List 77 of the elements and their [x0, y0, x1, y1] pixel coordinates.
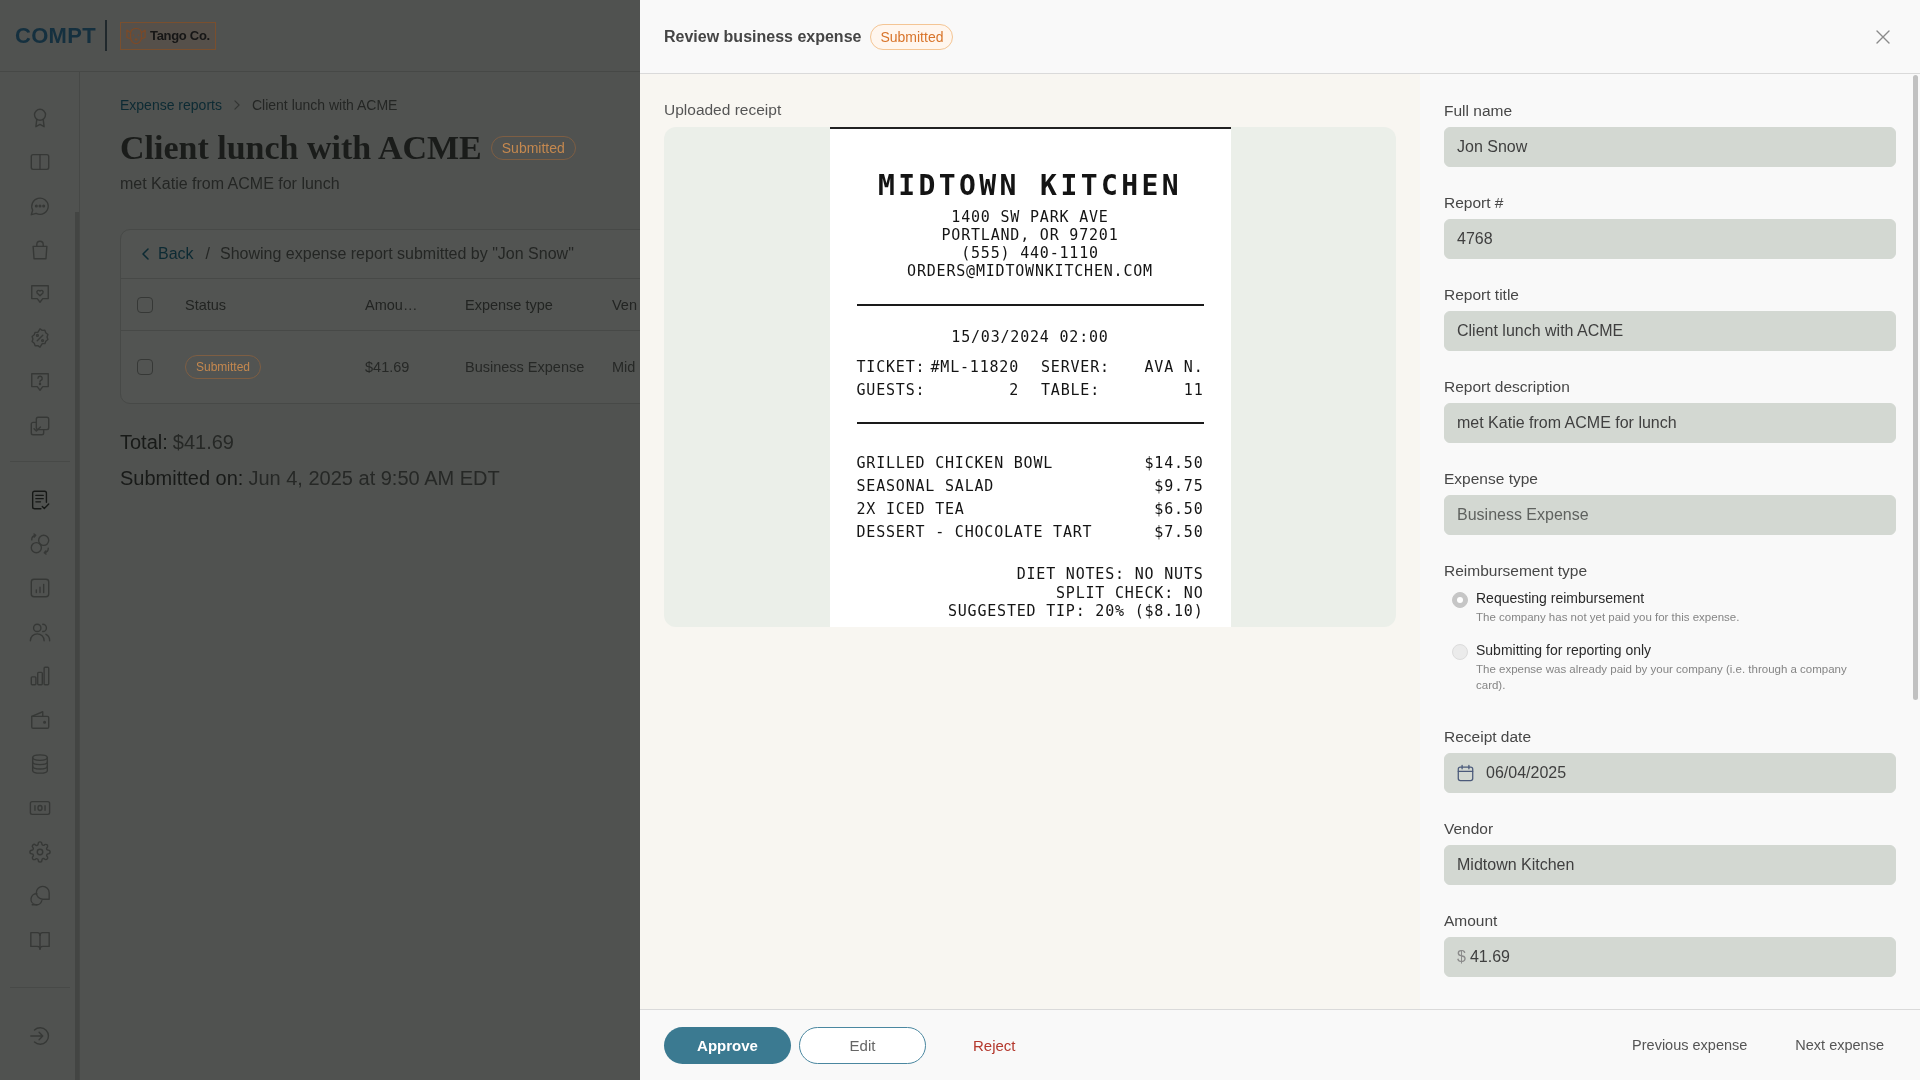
summary-label: Total: [120, 430, 168, 454]
status-badge: Submitted [870, 23, 954, 50]
copy-check-icon[interactable] [29, 415, 51, 437]
field-label: Report title [1444, 285, 1520, 305]
receipt-detail-label: GUESTS: [856, 381, 926, 399]
pagination-button[interactable]: Previous expense [1632, 1029, 1748, 1061]
help-icon[interactable] [29, 371, 51, 393]
receipt-detail-label: TABLE: [1041, 381, 1100, 399]
option-hint: The company has not yet paid you for this expense. [1476, 610, 1740, 625]
section-label: Uploaded receipt [664, 100, 783, 120]
percent-badge-icon[interactable] [29, 327, 51, 349]
document-check-icon[interactable] [29, 489, 51, 511]
receipt-detail-value: #ML-11820 [930, 358, 1019, 376]
edit-button[interactable]: Edit [799, 1026, 926, 1064]
database-icon[interactable] [29, 753, 51, 775]
field-label: Receipt date [1444, 727, 1533, 747]
receipt-item-price: $9.75 [1154, 477, 1204, 495]
field-label: Vendor [1444, 819, 1495, 839]
receipt-item-name: DESSERT - CHOCOLATE TART [856, 523, 1093, 541]
checkbox[interactable] [137, 296, 153, 313]
pagination-button[interactable]: Next expense [1795, 1029, 1884, 1061]
receipt-address-line: ORDERS@MIDTOWNKITCHEN.COM [906, 262, 1154, 280]
dog-icon [124, 25, 147, 46]
receipt-detail-label: SERVER: [1041, 358, 1110, 376]
field-label: Report description [1444, 377, 1571, 397]
receipt-item-price: $6.50 [1154, 500, 1204, 518]
receipt-address-line: (555) 440-1110 [960, 244, 1100, 262]
chart-icon[interactable] [29, 577, 51, 599]
settings-icon[interactable] [29, 841, 51, 863]
field-label: Amount [1444, 911, 1499, 931]
option-label: Submitting for reporting only [1476, 641, 1653, 659]
open-book-icon[interactable] [29, 929, 51, 951]
approve-button[interactable]: Approve [664, 1026, 791, 1064]
field-label: Expense type [1444, 469, 1539, 489]
scrollbar-thumb[interactable] [1913, 75, 1918, 700]
receipt-detail-value: AVA N. [1144, 358, 1204, 376]
receipt-item-name: GRILLED CHICKEN BOWL [856, 454, 1054, 472]
users-icon[interactable] [29, 621, 51, 643]
receipt-item-name: 2X ICED TEA [856, 500, 965, 518]
receipt-item-name: SEASONAL SALAD [856, 477, 995, 495]
separator-text: / [205, 245, 211, 263]
checkbox[interactable] [137, 359, 153, 375]
shopping-bag-icon[interactable] [29, 239, 51, 261]
receipt-note: SPLIT CHECK: NO [1056, 583, 1204, 602]
chat-icon[interactable] [29, 195, 51, 217]
receipt-detail-label: TICKET: [856, 358, 926, 376]
exchange-icon[interactable] [29, 533, 51, 555]
receipt-address-line: 1400 SW PARK AVE [950, 208, 1110, 226]
receipt-item-price: $14.50 [1144, 454, 1204, 472]
field-label: Reimbursement type [1444, 561, 1588, 581]
receipt-detail-value: 2 [1009, 381, 1019, 399]
bar-chart-icon[interactable] [29, 665, 51, 687]
drawer-title: Review business expense [664, 27, 862, 46]
field-label: Full name [1444, 101, 1514, 121]
option-label: Requesting reimbursement [1476, 589, 1646, 607]
summary-label: Submitted on: [120, 466, 244, 490]
receipt-address-line: PORTLAND, OR 97201 [940, 226, 1120, 244]
chevron-left-icon [142, 248, 149, 260]
receipt-detail-value: 11 [1183, 381, 1204, 399]
reject-button[interactable]: Reject [967, 1028, 1022, 1062]
receipt-note: DIET NOTES: NO NUTS [1016, 565, 1204, 583]
company-name: Tango Co. [149, 28, 210, 43]
receipt-note: SUGGESTED TIP: 20% ($8.10) [947, 602, 1204, 620]
heart-message-icon[interactable] [29, 283, 51, 305]
wallet-icon[interactable] [29, 709, 51, 731]
receipt-heading: MIDTOWN KITCHEN [877, 169, 1183, 203]
calendar-icon [1457, 764, 1474, 782]
receipt-date: 15/03/2024 02:00 [950, 328, 1110, 346]
book-icon[interactable] [29, 151, 51, 173]
field-label: Report # [1444, 193, 1505, 213]
option-hint: The expense was already paid by your company (i.e. through a company card). [1476, 662, 1848, 693]
chat-bubbles-icon[interactable] [29, 885, 51, 907]
chevron-right-icon [233, 100, 240, 110]
sign-in-icon[interactable] [29, 1025, 51, 1047]
receipt-item-price: $7.50 [1154, 523, 1204, 541]
close-icon[interactable] [1876, 29, 1890, 44]
currency-symbol: $ [1457, 948, 1466, 966]
